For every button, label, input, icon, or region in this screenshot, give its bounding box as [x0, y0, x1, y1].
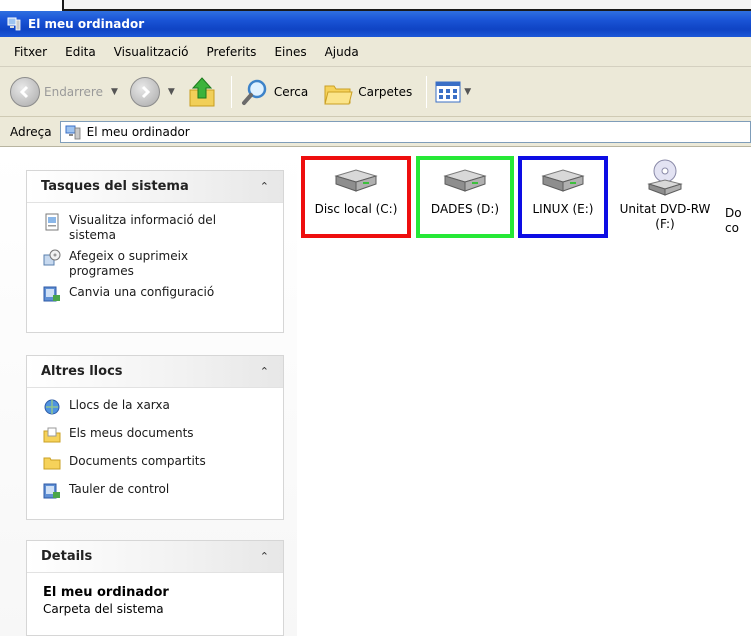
place-label: Els meus documents — [69, 426, 194, 440]
back-arrow-icon — [10, 76, 40, 107]
views-button[interactable]: ▼ — [435, 74, 477, 110]
drive-c[interactable]: Disc local (C:) — [301, 156, 411, 238]
address-label: Adreça — [10, 124, 52, 139]
panel-system-tasks: Tasques del sistema ⌃ Visualitza informa… — [26, 170, 284, 333]
search-button[interactable]: Cerca — [240, 74, 308, 110]
folders-icon — [324, 85, 353, 104]
content-area: Tasques del sistema ⌃ Visualitza informa… — [0, 148, 751, 636]
computer-icon — [7, 17, 21, 31]
panel-title: Details — [41, 549, 93, 564]
menu-bar: Fitxer Edita Visualització Preferits Ein… — [0, 37, 751, 67]
panel-header-system-tasks[interactable]: Tasques del sistema ⌃ — [27, 171, 283, 203]
task-change-setting[interactable]: Canvia una configuració — [43, 285, 271, 303]
drive-partial[interactable]: Do co — [725, 198, 751, 280]
forward-button[interactable]: ▼ — [129, 74, 181, 110]
drives-view: Disc local (C:) DADES (D:) LINUX (E:) Un… — [297, 148, 751, 636]
network-places-icon — [44, 399, 60, 415]
place-my-documents[interactable]: Els meus documents — [43, 426, 271, 444]
drive-dvd-f[interactable]: Unitat DVD-RW (F:) — [615, 158, 715, 240]
menu-preferits[interactable]: Preferits — [207, 45, 257, 59]
drive-e[interactable]: LINUX (E:) — [518, 156, 608, 238]
place-shared-documents[interactable]: Documents compartits — [43, 454, 271, 472]
drive-label: LINUX (E:) — [532, 202, 594, 216]
place-label: Documents compartits — [69, 454, 206, 468]
address-bar: Adreça El meu ordinador — [0, 117, 751, 147]
place-label: Tauler de control — [69, 482, 170, 496]
panel-title: Tasques del sistema — [41, 179, 189, 194]
place-control-panel[interactable]: Tauler de control — [43, 482, 271, 500]
task-pane: Tasques del sistema ⌃ Visualitza informa… — [0, 148, 297, 636]
task-add-remove-programs[interactable]: Afegeix o suprimeix programes — [43, 249, 271, 279]
place-label: Llocs de la xarxa — [69, 398, 170, 412]
title-bar[interactable]: El meu ordinador — [0, 11, 751, 37]
panel-header-details[interactable]: Details ⌃ — [27, 541, 283, 573]
control-panel-icon — [43, 286, 60, 302]
forward-arrow-icon — [129, 76, 160, 107]
task-view-system-info[interactable]: Visualitza informació del sistema — [43, 213, 271, 243]
toolbar: Endarrere ▼ ▼ Cerca Carpetes ▼ — [0, 67, 751, 117]
folders-button[interactable]: Carpetes — [322, 74, 412, 110]
drive-label: DADES (D:) — [430, 202, 500, 216]
menu-fitxer[interactable]: Fitxer — [14, 45, 47, 59]
address-value: El meu ordinador — [86, 124, 190, 139]
menu-edita[interactable]: Edita — [65, 45, 96, 59]
task-label: Afegeix o suprimeix programes — [69, 249, 189, 278]
collapse-chevron-icon[interactable]: ⌃ — [260, 550, 269, 563]
back-dropdown-icon[interactable]: ▼ — [111, 87, 118, 97]
top-strip — [0, 0, 751, 11]
dvd-drive-icon — [647, 159, 683, 196]
toolbar-separator-2 — [426, 75, 428, 108]
system-info-icon — [45, 213, 59, 231]
details-name: El meu ordinador — [43, 585, 169, 600]
back-label: Endarrere — [44, 84, 103, 99]
up-button[interactable] — [187, 74, 217, 110]
views-dropdown-icon[interactable]: ▼ — [464, 87, 471, 97]
up-folder-icon — [189, 76, 215, 106]
search-icon — [241, 79, 267, 105]
hard-disk-icon — [334, 169, 378, 192]
control-panel-icon — [43, 483, 60, 499]
toolbar-separator — [230, 75, 232, 108]
collapse-chevron-icon[interactable]: ⌃ — [260, 180, 269, 193]
task-label: Visualitza informació del sistema — [69, 213, 217, 242]
my-documents-icon — [43, 427, 61, 443]
folder-icon — [43, 457, 61, 470]
place-network[interactable]: Llocs de la xarxa — [43, 398, 271, 416]
details-subtitle: Carpeta del sistema — [43, 602, 164, 616]
forward-dropdown-icon[interactable]: ▼ — [168, 87, 175, 97]
drive-label: Do co — [725, 206, 742, 235]
search-label: Cerca — [273, 84, 309, 99]
task-label: Canvia una configuració — [69, 285, 215, 299]
panel-details: Details ⌃ El meu ordinador Carpeta del s… — [26, 540, 284, 636]
hard-disk-icon — [541, 169, 585, 192]
collapse-chevron-icon[interactable]: ⌃ — [260, 365, 269, 378]
computer-icon — [65, 125, 81, 139]
programs-icon — [43, 249, 61, 266]
panel-other-places: Altres llocs ⌃ Llocs de la xarxa Els meu… — [26, 355, 284, 520]
hard-disk-icon — [443, 169, 487, 192]
panel-title: Altres llocs — [41, 364, 123, 379]
views-icon — [435, 81, 461, 102]
menu-visualitzacio[interactable]: Visualització — [114, 45, 189, 59]
menu-eines[interactable]: Eines — [274, 45, 306, 59]
drive-d[interactable]: DADES (D:) — [416, 156, 514, 238]
drive-label: Disc local (C:) — [314, 202, 398, 216]
top-tab-edge — [62, 0, 751, 11]
address-field[interactable]: El meu ordinador — [59, 120, 751, 143]
drive-label: Unitat DVD-RW (F:) — [619, 202, 711, 231]
panel-header-other-places[interactable]: Altres llocs ⌃ — [27, 356, 283, 388]
back-button[interactable]: Endarrere ▼ — [10, 74, 124, 110]
folders-label: Carpetes — [358, 84, 413, 99]
window-title: El meu ordinador — [28, 17, 145, 31]
menu-ajuda[interactable]: Ajuda — [325, 45, 359, 59]
